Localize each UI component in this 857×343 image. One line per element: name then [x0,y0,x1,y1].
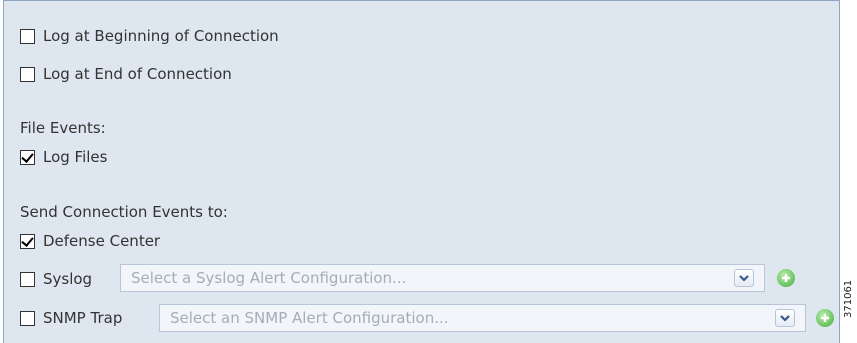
snmp-trap-checkbox[interactable] [20,310,35,326]
chevron-down-icon[interactable] [734,269,754,287]
snmp-alert-select[interactable]: Select an SNMP Alert Configuration... [159,304,806,332]
log-end-label: Log at End of Connection [43,65,232,83]
log-beginning-checkbox[interactable] [20,28,35,44]
snmp-select-placeholder: Select an SNMP Alert Configuration... [170,309,449,327]
defense-center-row[interactable]: Defense Center [20,230,160,252]
figure-id: 371061 [843,279,854,319]
log-beginning-row[interactable]: Log at Beginning of Connection [20,25,279,47]
defense-center-checkbox[interactable] [20,233,35,249]
syslog-row[interactable]: Syslog [20,268,92,290]
chevron-down-icon[interactable] [775,309,795,327]
send-events-heading: Send Connection Events to: [20,203,228,221]
file-events-heading: File Events: [20,119,106,137]
snmp-trap-label: SNMP Trap [43,309,123,327]
add-snmp-icon[interactable] [816,309,834,327]
log-files-row[interactable]: Log Files [20,146,107,168]
snmp-trap-row[interactable]: SNMP Trap [20,307,122,329]
syslog-select-placeholder: Select a Syslog Alert Configuration... [131,269,407,287]
log-beginning-label: Log at Beginning of Connection [43,27,279,45]
defense-center-label: Defense Center [43,232,161,250]
log-files-checkbox[interactable] [20,149,35,165]
log-end-row[interactable]: Log at End of Connection [20,63,232,85]
syslog-checkbox[interactable] [20,271,35,287]
log-files-label: Log Files [43,148,108,166]
syslog-alert-select[interactable]: Select a Syslog Alert Configuration... [120,264,765,292]
syslog-label: Syslog [43,270,93,288]
log-end-checkbox[interactable] [20,66,35,82]
logging-panel: Log at Beginning of Connection Log at En… [3,0,840,343]
add-syslog-icon[interactable] [777,269,795,287]
